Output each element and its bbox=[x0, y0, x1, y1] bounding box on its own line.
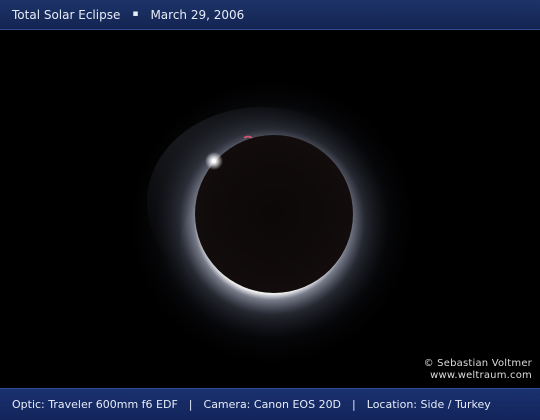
page-title: Total Solar Eclipse bbox=[12, 7, 121, 22]
eclipse-card: Total Solar Eclipse ▪ March 29, 2006 © S… bbox=[0, 0, 540, 420]
optic-info: Optic: Traveler 600mm f6 EDF bbox=[12, 398, 178, 411]
title-bar: Total Solar Eclipse ▪ March 29, 2006 bbox=[0, 0, 540, 30]
footer-divider: | bbox=[188, 398, 193, 411]
eclipse-image bbox=[122, 72, 422, 372]
photo-credit: © Sebastian Voltmer www.weltraum.com bbox=[424, 358, 532, 382]
eclipse-photo: © Sebastian Voltmer www.weltraum.com bbox=[0, 30, 540, 388]
location-info: Location: Side / Turkey bbox=[366, 398, 491, 411]
title-separator: ▪ bbox=[132, 8, 139, 19]
copyright-text: © Sebastian Voltmer bbox=[423, 358, 532, 369]
diamond-ring-core bbox=[211, 158, 217, 164]
website-link[interactable]: www.weltraum.com bbox=[424, 370, 532, 382]
eclipse-date: March 29, 2006 bbox=[150, 7, 245, 22]
footer-divider: | bbox=[352, 398, 356, 411]
camera-info: Camera: Canon EOS 20D bbox=[203, 398, 342, 411]
equipment-bar: Optic: Traveler 600mm f6 EDF | Camera: C… bbox=[0, 388, 540, 420]
